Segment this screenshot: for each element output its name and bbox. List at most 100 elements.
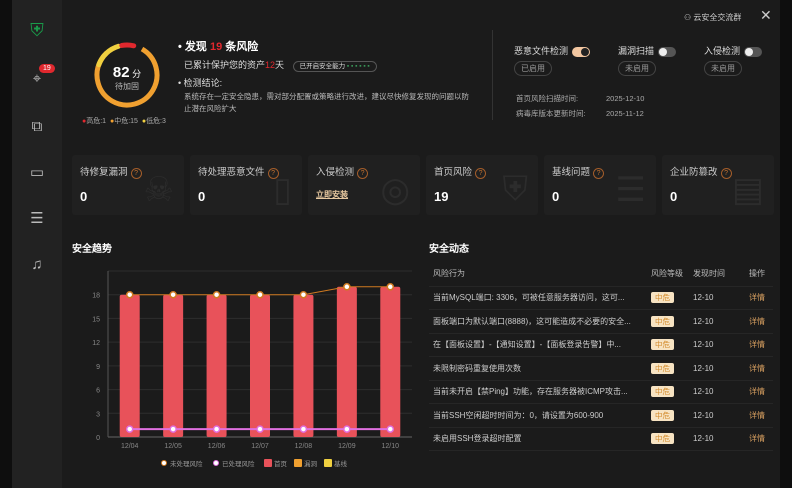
capability-pill[interactable]: 已开启安全能力 ▪ ▪ ▪ ▪ ▪ ▪ [292, 61, 377, 72]
card-bg-icon: ☠ [143, 171, 174, 209]
server-shield-icon[interactable]: ☰ [25, 206, 49, 230]
sidebar: ⛨ ⌖ 19 ⧉ ▭ ☰ ♫ [12, 0, 62, 488]
risk-level-badge: 中危 [651, 386, 674, 398]
legend-marker [324, 459, 332, 467]
detail-link[interactable]: 详情 [749, 309, 773, 334]
toggle-malware: 恶意文件检测 已启用 [514, 44, 591, 76]
point-handled [256, 425, 264, 433]
point-handled [386, 425, 395, 433]
x-tick-label: 12/05 [164, 443, 182, 450]
card-bg-icon: ⛨ [502, 170, 529, 208]
help-icon[interactable]: ? [720, 168, 732, 179]
monitor-icon[interactable]: ▭ [25, 160, 49, 184]
divider [492, 30, 493, 120]
x-tick-label: 12/10 [382, 443, 400, 450]
legend-label: 首页 [274, 459, 288, 468]
help-icon[interactable]: ? [593, 168, 605, 179]
point-unhandled [256, 290, 264, 299]
dynamics-table: 风险行为 风险等级 发现时间 操作 当前MySQL端口: 3306，可被任意服务器访问… [429, 262, 773, 451]
legend-marker [213, 460, 219, 466]
point-handled [125, 425, 134, 433]
x-tick-label: 12/09 [338, 443, 356, 450]
shield-logo-icon: ⛨ [30, 19, 44, 40]
bar-home-risk [336, 286, 357, 437]
y-tick-label: 0 [96, 435, 100, 442]
stat-card: 基线问题? 0 ☰ [544, 155, 656, 215]
legend-label: 未处理风险 [170, 459, 203, 468]
user-group-icon: ⚇ [684, 13, 694, 22]
file-search-icon[interactable]: ⧉ [25, 114, 49, 138]
risk-level-badge: 中危 [651, 433, 674, 445]
scan-times: 首页风险扫描时间: 2025-12-10 病毒库版本更新时间: 2025-11-12 [516, 94, 645, 118]
table-row: 未限制密码重复使用次数 中危 12-10 详情 [429, 356, 773, 381]
detail-link[interactable]: 详情 [749, 403, 773, 428]
bar-home-risk [380, 286, 401, 437]
point-handled [299, 425, 308, 433]
stat-card: 待处理恶意文件? 0 ▯ [190, 155, 302, 215]
table-row: 当前未开启【禁Ping】功能，存在服务器被ICMP攻击... 中危 12-10 详情 [429, 380, 773, 404]
risk-count-badge: 19 [39, 64, 55, 73]
conclusion-text: 系统存在一定安全隐患，需对部分配置或策略进行改进，建议尽快修复发现的问题以防止潜… [184, 92, 469, 113]
risk-level-badge: 中危 [651, 409, 674, 421]
conclusion-title: • 检测结论: [178, 78, 223, 88]
detail-link[interactable]: 详情 [749, 380, 773, 404]
y-tick-label: 15 [92, 316, 100, 323]
severity-legend: ●高危:1 ●中危:15 ●低危:3 [82, 118, 166, 125]
y-tick-label: 18 [92, 293, 100, 300]
point-handled [169, 425, 177, 433]
point-unhandled [386, 283, 395, 291]
risk-level-badge: 中危 [651, 362, 674, 374]
detail-link[interactable]: 详情 [749, 333, 773, 357]
help-icon[interactable]: ? [357, 168, 369, 179]
toggle-intrusion: 入侵检测 未启用 [704, 44, 763, 76]
x-tick-label: 12/07 [251, 443, 269, 450]
x-tick-label: 12/08 [295, 443, 313, 450]
risk-level-badge: 中危 [651, 315, 674, 327]
intrusion-toggle[interactable] [744, 46, 763, 57]
bar-home-risk [293, 294, 314, 437]
table-header: 风险行为 风险等级 发现时间 操作 [429, 262, 773, 287]
legend-marker [264, 459, 272, 467]
legend-label: 基线 [334, 459, 348, 468]
risk-level-badge: 中危 [651, 339, 674, 351]
table-row: 未启用SSH登录超时配置 中危 12-10 详情 [429, 427, 773, 451]
close-icon[interactable]: ✕ [760, 7, 772, 24]
detail-link[interactable]: 详情 [749, 356, 773, 381]
legend-marker [294, 459, 302, 467]
point-unhandled [169, 290, 177, 299]
stat-card: 企业防篡改? 0 ▤ [662, 155, 774, 215]
risk-found-heading: • 发现 19 条风险 [178, 41, 259, 53]
table-row: 当前MySQL端口: 3306，可被任意服务器访问，这可... 中危 12-10 详情 [429, 286, 773, 310]
bar-home-risk [250, 294, 270, 437]
card-bg-icon: ☰ [615, 171, 646, 209]
detail-link[interactable]: 详情 [749, 427, 773, 451]
table-row: 在【面板设置】-【通知设置】-【面板登录告警】中... 中危 12-10 详情 [429, 333, 773, 357]
vuln-toggle[interactable] [658, 46, 677, 57]
malware-toggle[interactable] [572, 46, 591, 57]
protect-days: 已累计保护您的资产12天 已开启安全能力 ▪ ▪ ▪ ▪ ▪ ▪ [184, 58, 377, 72]
point-unhandled [125, 290, 134, 299]
point-unhandled [343, 283, 351, 291]
legend-label: 漏洞 [304, 459, 318, 468]
y-tick-label: 6 [96, 388, 100, 395]
point-handled [212, 425, 221, 433]
risk-level-badge: 中危 [651, 292, 674, 304]
bell-icon[interactable]: ♫ [25, 252, 49, 276]
card-bg-icon: ▤ [731, 171, 764, 209]
y-tick-label: 9 [96, 364, 100, 371]
x-tick-label: 12/04 [121, 443, 139, 450]
detail-link[interactable]: 详情 [749, 286, 773, 310]
help-icon[interactable]: ? [130, 168, 142, 179]
stat-card: 待修复漏洞? 0 ☠ [72, 155, 184, 215]
y-tick-label: 3 [96, 411, 100, 418]
security-modal: ⛨ ⌖ 19 ⧉ ▭ ☰ ♫ ⚇ 云安全交流群 ✕ 82 分 待加固 ●高危:1… [12, 0, 780, 488]
table-row: 当前SSH空闲超时时间为：0，请设置为600-900 中危 12-10 详情 [429, 403, 773, 428]
table-row: 面板端口为默认端口(8888)，这可能造成不必要的安全... 中危 12-10 详情 [429, 309, 773, 334]
legend-label: 已处理风险 [222, 459, 255, 468]
dynamics-title: 安全动态 [429, 244, 469, 255]
toggle-vuln: 漏洞扫描 未启用 [618, 44, 677, 76]
community-link[interactable]: ⚇ 云安全交流群 [684, 12, 741, 23]
stat-card: 首页风险? 19 ⛨ [426, 155, 538, 215]
help-icon[interactable]: ? [475, 168, 487, 179]
bar-home-risk [206, 294, 227, 437]
